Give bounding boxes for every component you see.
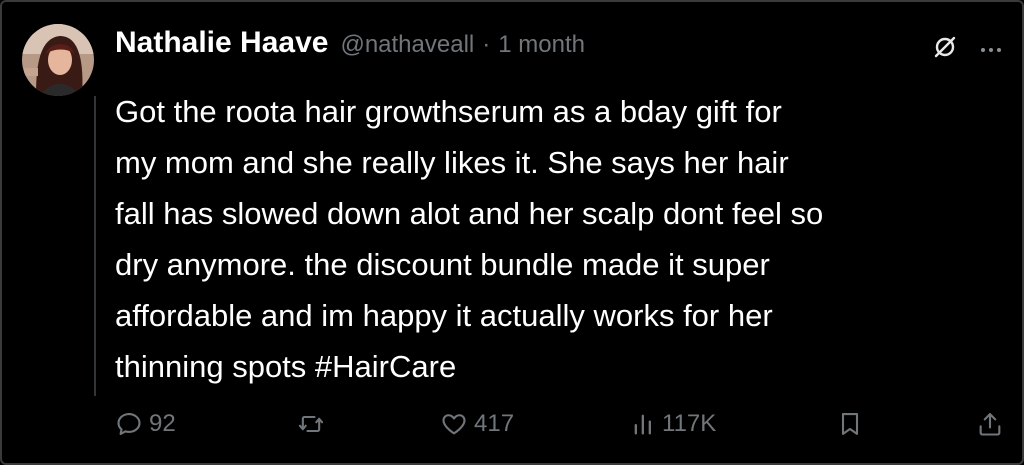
post-text: Got the roota hair growthserum as a bday… <box>115 94 824 384</box>
reply-button[interactable]: 92 <box>115 410 176 438</box>
avatar[interactable] <box>22 24 94 96</box>
like-button[interactable]: 417 <box>440 410 514 438</box>
views-icon <box>634 414 651 435</box>
reply-count: 92 <box>149 410 176 437</box>
more-icon[interactable] <box>980 41 1002 59</box>
share-icon <box>979 413 1001 436</box>
views-button[interactable]: 117K <box>632 410 716 438</box>
action-bar: 92 417 117K <box>115 410 1010 442</box>
bookmark-icon <box>841 413 859 435</box>
author-name[interactable]: Nathalie Haave <box>115 26 328 60</box>
share-button[interactable] <box>976 410 1004 438</box>
post-time[interactable]: 1 month <box>498 31 585 59</box>
post-top-icons <box>932 34 1002 65</box>
retweet-button[interactable] <box>297 410 325 438</box>
no-sign-icon[interactable] <box>932 34 958 65</box>
bookmark-button[interactable] <box>836 410 864 438</box>
header-separator: · <box>482 31 491 58</box>
post-header: Nathalie Haave @nathaveall · 1 month <box>115 26 585 60</box>
retweet-icon <box>298 415 324 433</box>
author-handle[interactable]: @nathaveall <box>340 31 474 59</box>
like-icon <box>442 414 466 435</box>
like-count: 417 <box>474 410 515 437</box>
post-card: Nathalie Haave @nathaveall · 1 month Got… <box>0 0 1024 465</box>
reply-icon <box>117 413 141 435</box>
views-count: 117K <box>662 410 717 437</box>
thread-line <box>94 96 96 396</box>
